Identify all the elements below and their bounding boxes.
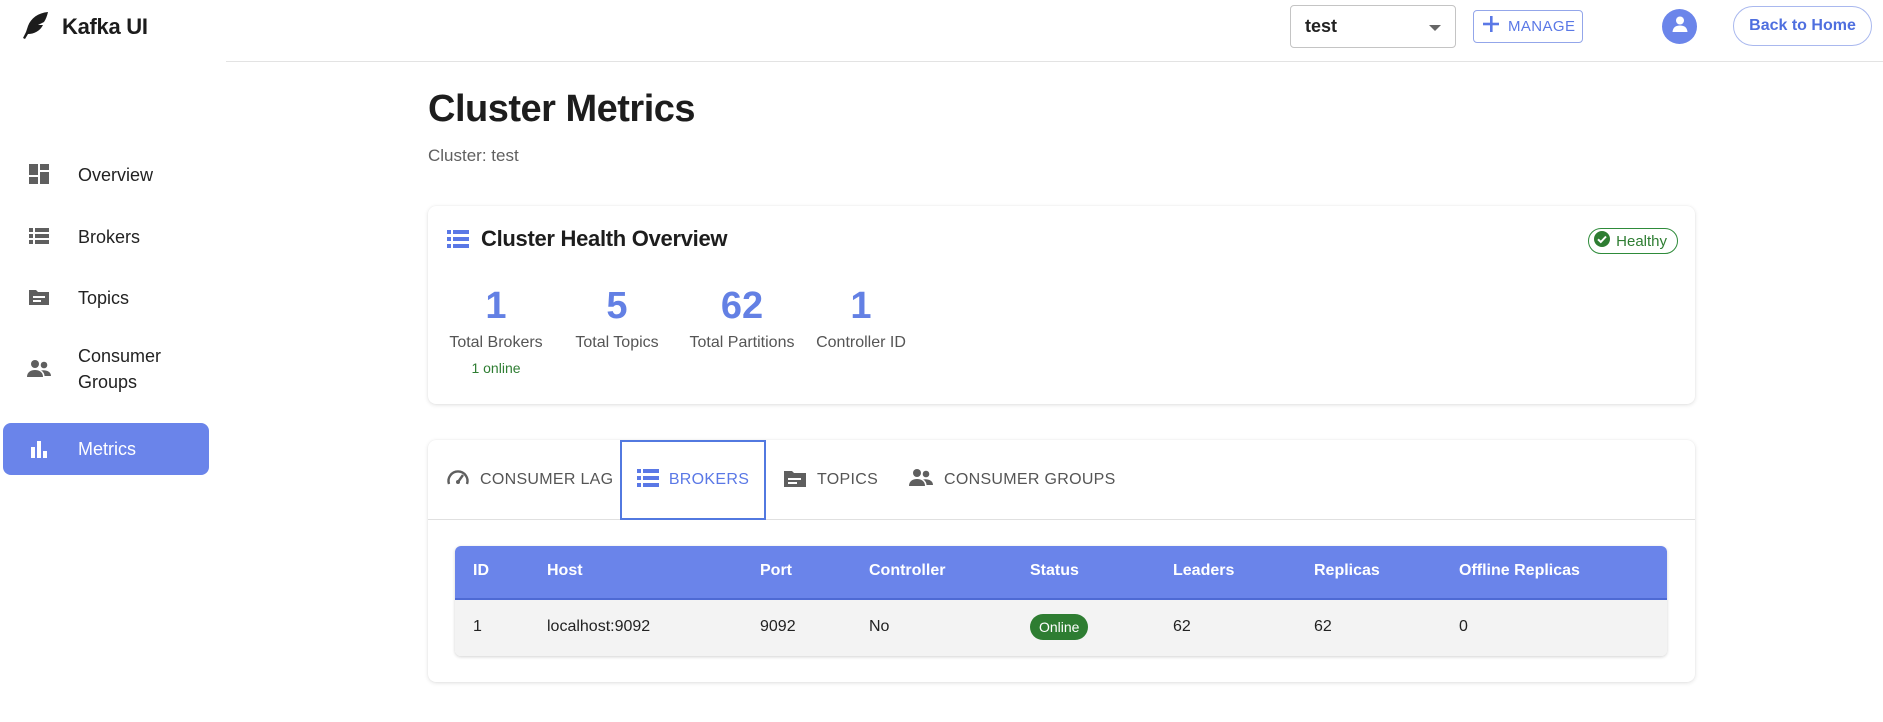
people-icon [27, 357, 51, 381]
manage-label: MANAGE [1508, 18, 1576, 35]
cell-id: 1 [473, 618, 482, 635]
column-header[interactable]: Controller [869, 562, 945, 580]
sidebar-item-label: Consumer Groups [78, 346, 162, 392]
sidebar-item-topics[interactable]: Topics [3, 275, 209, 320]
back-to-home-button[interactable]: Back to Home [1733, 6, 1872, 46]
cluster-health-card: Cluster Health Overview Healthy 1 Total … [428, 206, 1695, 404]
sidebar-item-consumer-groups[interactable]: Consumer Groups [3, 338, 209, 400]
top-header: Kafka UI test MANAGE Back to Home [0, 0, 1883, 62]
people-icon [908, 467, 934, 494]
stat-label: Total Partitions [689, 334, 795, 351]
list-icon [27, 224, 51, 248]
health-title: Cluster Health Overview [481, 226, 728, 251]
page-subtitle: Cluster: test [428, 146, 519, 165]
header-divider [226, 61, 1883, 62]
feather-logo-icon [20, 9, 52, 46]
column-header[interactable]: ID [473, 562, 489, 580]
sidebar-item-metrics[interactable]: Metrics [3, 423, 209, 475]
tab-brokers[interactable]: BROKERS [620, 440, 766, 520]
cell-offline-replicas: 0 [1459, 618, 1468, 635]
tab-label: CONSUMER LAG [480, 471, 614, 488]
tab-topics[interactable]: TOPICS [783, 440, 878, 520]
column-header[interactable]: Status [1030, 562, 1079, 580]
table-header: ID Host Port Controller Status Leaders R… [455, 546, 1667, 600]
stat-total-brokers: 1 Total Brokers 1 online [446, 286, 546, 376]
folder-icon [27, 285, 51, 309]
cell-replicas: 62 [1314, 618, 1332, 635]
stat-value: 1 [850, 285, 872, 327]
sidebar-item-overview[interactable]: Overview [3, 152, 209, 197]
table-row[interactable]: 1 localhost:9092 9092 No Online 62 62 0 [455, 600, 1667, 656]
stat-value: 62 [720, 285, 764, 327]
list-icon [636, 468, 659, 493]
cell-leaders: 62 [1173, 618, 1191, 635]
sidebar-item-label: Overview [78, 165, 154, 185]
tab-consumer-lag[interactable]: CONSUMER LAG [446, 440, 613, 520]
sidebar-item-label: Brokers [78, 227, 141, 247]
stat-controller-id: 1 Controller ID [814, 286, 908, 352]
user-icon [1670, 14, 1690, 39]
tabs-bar: CONSUMER LAG BROKERS TOPICS CONSUMER GRO… [428, 440, 1695, 520]
status-badge: Online [1030, 614, 1089, 640]
column-header[interactable]: Offline Replicas [1459, 562, 1580, 580]
app-brand[interactable]: Kafka UI [20, 8, 148, 46]
column-header[interactable]: Port [760, 562, 792, 580]
sidebar: Overview Brokers Topics Consumer Groups … [0, 62, 226, 722]
tab-label: CONSUMER GROUPS [944, 471, 1116, 488]
cell-port: 9092 [760, 618, 796, 635]
manage-button[interactable]: MANAGE [1473, 10, 1583, 43]
cluster-select[interactable]: test [1290, 5, 1456, 48]
cell-controller: No [869, 618, 890, 635]
sidebar-item-label: Topics [78, 288, 130, 308]
healthy-status-label: Healthy [1616, 232, 1667, 250]
caret-down-icon [1429, 25, 1441, 31]
check-circle-icon [1593, 230, 1611, 252]
column-header[interactable]: Replicas [1314, 562, 1380, 580]
stat-total-partitions: 62 Total Partitions [682, 286, 802, 352]
tab-label: BROKERS [668, 471, 750, 488]
plus-icon [1482, 15, 1500, 38]
stat-value: 1 [485, 285, 507, 327]
stat-value: 5 [606, 285, 628, 327]
tab-consumer-groups[interactable]: CONSUMER GROUPS [908, 440, 1116, 520]
list-icon [447, 229, 469, 254]
user-avatar[interactable] [1662, 9, 1697, 44]
sidebar-item-brokers[interactable]: Brokers [3, 214, 209, 259]
healthy-status-badge: Healthy [1588, 228, 1678, 254]
speedometer-icon [446, 467, 470, 494]
folder-icon [783, 467, 807, 494]
stat-label: Total Topics [575, 334, 659, 351]
brokers-table: ID Host Port Controller Status Leaders R… [455, 546, 1667, 656]
sidebar-item-label: Metrics [78, 439, 136, 459]
stat-label: Total Brokers [449, 334, 543, 351]
bar-chart-icon [27, 437, 51, 461]
metrics-tabs-card: CONSUMER LAG BROKERS TOPICS CONSUMER GRO… [428, 440, 1695, 682]
cluster-select-value: test [1305, 16, 1338, 36]
stat-online-count: 1 online [471, 360, 521, 376]
cell-host: localhost:9092 [547, 618, 651, 635]
tab-label: TOPICS [817, 471, 879, 488]
app-title: Kafka UI [62, 14, 148, 39]
stat-total-topics: 5 Total Topics [568, 286, 666, 352]
stat-label: Controller ID [816, 334, 906, 351]
page-title: Cluster Metrics [428, 88, 696, 130]
dashboard-icon [27, 162, 51, 186]
column-header[interactable]: Leaders [1173, 562, 1234, 580]
column-header[interactable]: Host [547, 562, 583, 580]
